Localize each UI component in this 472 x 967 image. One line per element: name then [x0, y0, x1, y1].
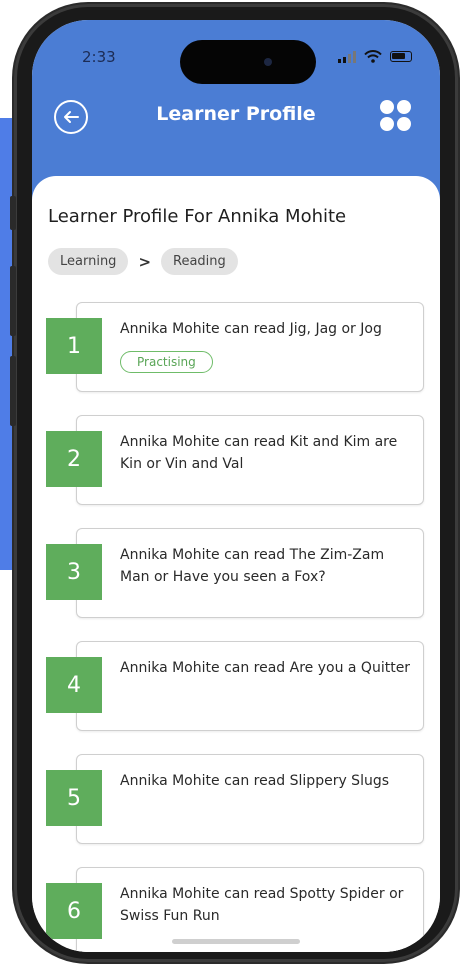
outcome-list: 1 Annika Mohite can read Jig, Jag or Jog…	[46, 302, 426, 952]
chevron-right-icon: >	[138, 252, 152, 271]
list-item[interactable]: 1 Annika Mohite can read Jig, Jag or Jog…	[46, 302, 424, 394]
wifi-icon	[364, 50, 382, 63]
grid-dot-icon	[380, 100, 394, 114]
grid-dot-icon	[397, 117, 411, 131]
item-text: Annika Mohite can read Spotty Spider or …	[120, 886, 404, 924]
page-title: Learner Profile For Annika Mohite	[48, 206, 347, 227]
phone-button-volume-up	[10, 266, 16, 336]
phone-button-volume-down	[10, 356, 16, 426]
breadcrumb-learning[interactable]: Learning	[48, 248, 129, 275]
phone-screen: 2:33 Learner Profile Learner Profile For…	[32, 20, 440, 952]
item-text: Annika Mohite can read Slippery Slugs	[120, 773, 390, 789]
item-number: 3	[46, 544, 102, 600]
status-icons	[338, 50, 412, 63]
card-box	[76, 754, 424, 844]
breadcrumb: Learning > Reading	[48, 248, 238, 275]
battery-icon	[390, 51, 412, 62]
header-title: Learner Profile	[156, 103, 316, 125]
item-text: Annika Mohite can read Kit and Kim are K…	[120, 434, 398, 472]
item-text: Annika Mohite can read Are you a Quitter	[120, 660, 411, 676]
camera-dot	[264, 58, 272, 66]
card-box	[76, 302, 424, 392]
status-time: 2:33	[82, 48, 116, 66]
item-number: 6	[46, 883, 102, 939]
list-item[interactable]: 5 Annika Mohite can read Slippery Slugs	[46, 754, 424, 846]
grid-dot-icon	[397, 100, 411, 114]
list-item[interactable]: 3 Annika Mohite can read The Zim-Zam Man…	[46, 528, 424, 620]
card-box	[76, 641, 424, 731]
item-number: 1	[46, 318, 102, 374]
content-panel: Learner Profile For Annika Mohite Learni…	[32, 176, 440, 952]
phone-button-action	[10, 196, 16, 230]
breadcrumb-reading[interactable]: Reading	[161, 248, 238, 275]
list-item[interactable]: 4 Annika Mohite can read Are you a Quitt…	[46, 641, 424, 733]
cellular-signal-icon	[338, 50, 356, 63]
item-number: 2	[46, 431, 102, 487]
item-number: 5	[46, 770, 102, 826]
grid-dot-icon	[380, 117, 394, 131]
item-number: 4	[46, 657, 102, 713]
menu-grid-button[interactable]	[380, 100, 411, 131]
dynamic-island	[180, 40, 316, 84]
status-badge: Practising	[120, 351, 213, 373]
home-indicator	[172, 939, 300, 944]
app-header: 2:33 Learner Profile	[32, 20, 440, 202]
item-text: Annika Mohite can read The Zim-Zam Man o…	[120, 547, 385, 585]
item-text: Annika Mohite can read Jig, Jag or Jog	[120, 321, 382, 337]
list-item[interactable]: 2 Annika Mohite can read Kit and Kim are…	[46, 415, 424, 507]
